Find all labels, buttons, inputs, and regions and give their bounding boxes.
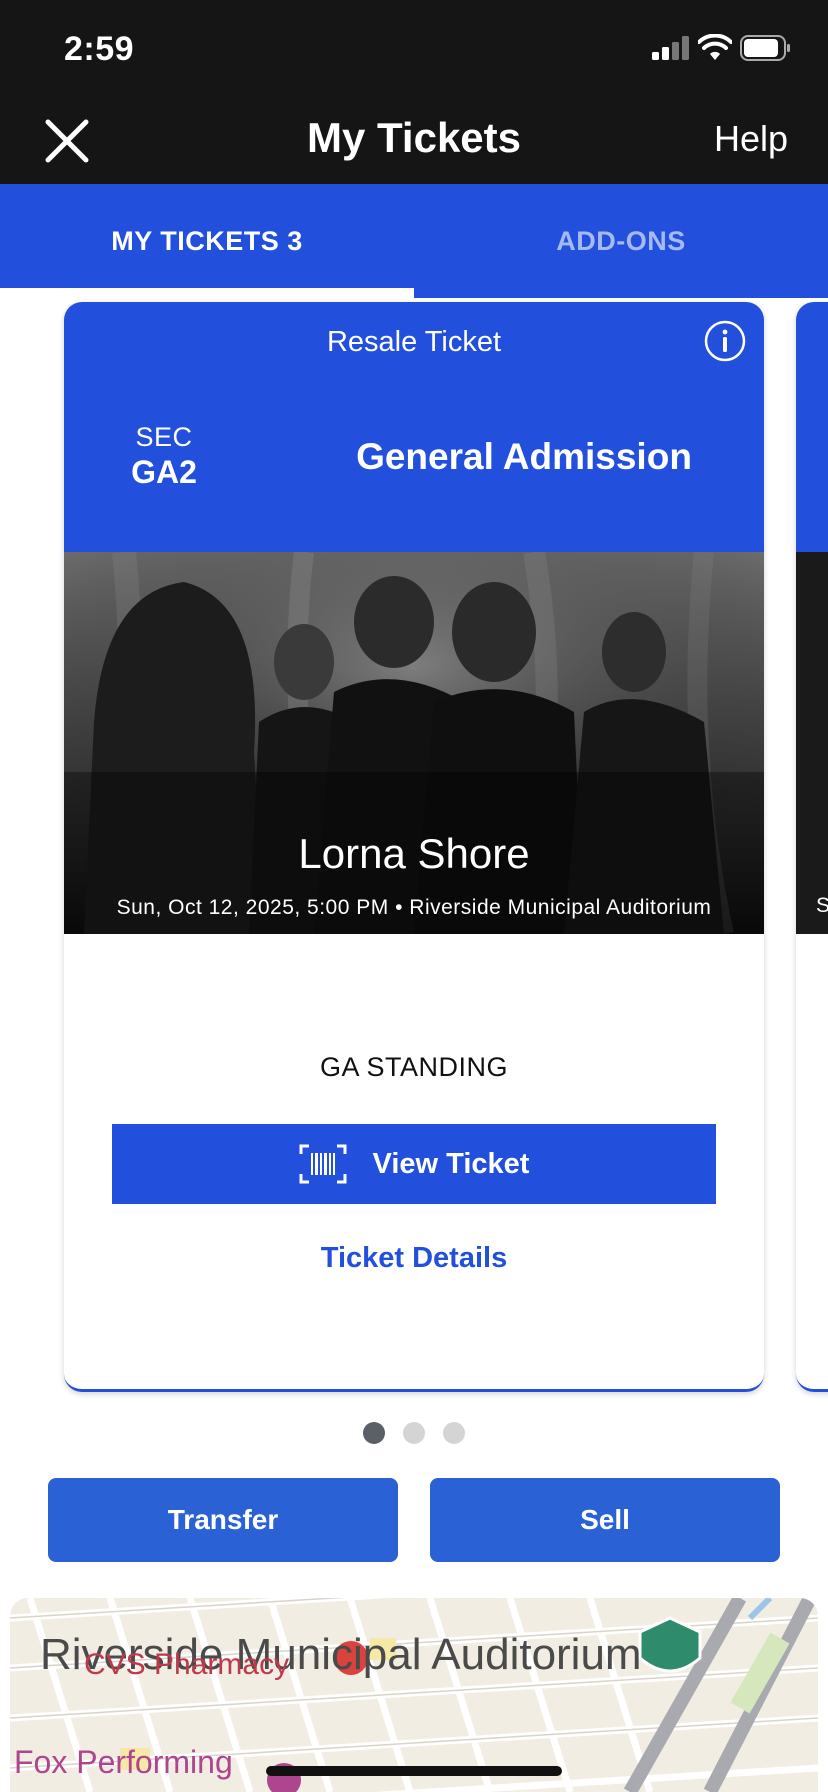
page-dot-1[interactable] xyxy=(363,1422,385,1444)
next-ticket-photo xyxy=(796,552,828,934)
next-ticket-card[interactable]: S xyxy=(796,302,828,1392)
wifi-icon xyxy=(698,34,732,60)
next-ticket-meta: S xyxy=(816,894,828,918)
active-tab-indicator xyxy=(0,288,414,298)
page-title: My Tickets xyxy=(307,114,521,161)
status-time: 2:59 xyxy=(64,30,135,68)
ticket-details-link[interactable]: Ticket Details xyxy=(64,1242,764,1275)
section-value: GA2 xyxy=(131,454,197,490)
map-poi-pharmacy: CVS Pharmacy xyxy=(84,1648,290,1681)
artist-name: Lorna Shore xyxy=(298,830,530,877)
info-icon[interactable] xyxy=(704,320,746,362)
barcode-icon xyxy=(299,1144,347,1184)
help-link[interactable]: Help xyxy=(714,118,788,160)
ticket-type-label: Resale Ticket xyxy=(326,326,502,358)
sell-button[interactable]: Sell xyxy=(430,1478,780,1562)
section-label: SEC xyxy=(135,422,193,452)
tab-bar: MY TICKETS 3 ADD-ONS xyxy=(0,184,828,298)
page-dot-2[interactable] xyxy=(403,1422,425,1444)
admission-type: General Admission xyxy=(356,436,692,477)
venue-map[interactable]: Riverside Municipal Auditorium CVS Pharm… xyxy=(10,1598,818,1792)
map-poi-theater: Fox Performing xyxy=(14,1744,233,1780)
tab-my-tickets[interactable]: MY TICKETS 3 xyxy=(0,184,414,298)
home-indicator xyxy=(266,1766,562,1776)
battery-icon xyxy=(740,35,790,61)
ticket-card[interactable]: Resale Ticket SEC GA2 General Admission xyxy=(64,302,764,1392)
transfer-button[interactable]: Transfer xyxy=(48,1478,398,1562)
signal-icon xyxy=(652,36,689,60)
event-date-venue: Sun, Oct 12, 2025, 5:00 PM • Riverside M… xyxy=(116,896,712,919)
ticket-area-label: GA STANDING xyxy=(319,1052,509,1082)
view-ticket-button[interactable]: View Ticket xyxy=(112,1124,716,1204)
view-ticket-label: View Ticket xyxy=(372,1147,530,1180)
status-bar: 2:59 xyxy=(0,0,828,96)
pagination-dots xyxy=(0,1422,828,1444)
ticket-card-header: Resale Ticket SEC GA2 General Admission xyxy=(64,302,764,552)
page-dot-3[interactable] xyxy=(443,1422,465,1444)
tab-add-ons[interactable]: ADD-ONS xyxy=(414,184,828,298)
app-header: My Tickets Help xyxy=(0,96,828,184)
next-ticket-header xyxy=(796,302,828,552)
